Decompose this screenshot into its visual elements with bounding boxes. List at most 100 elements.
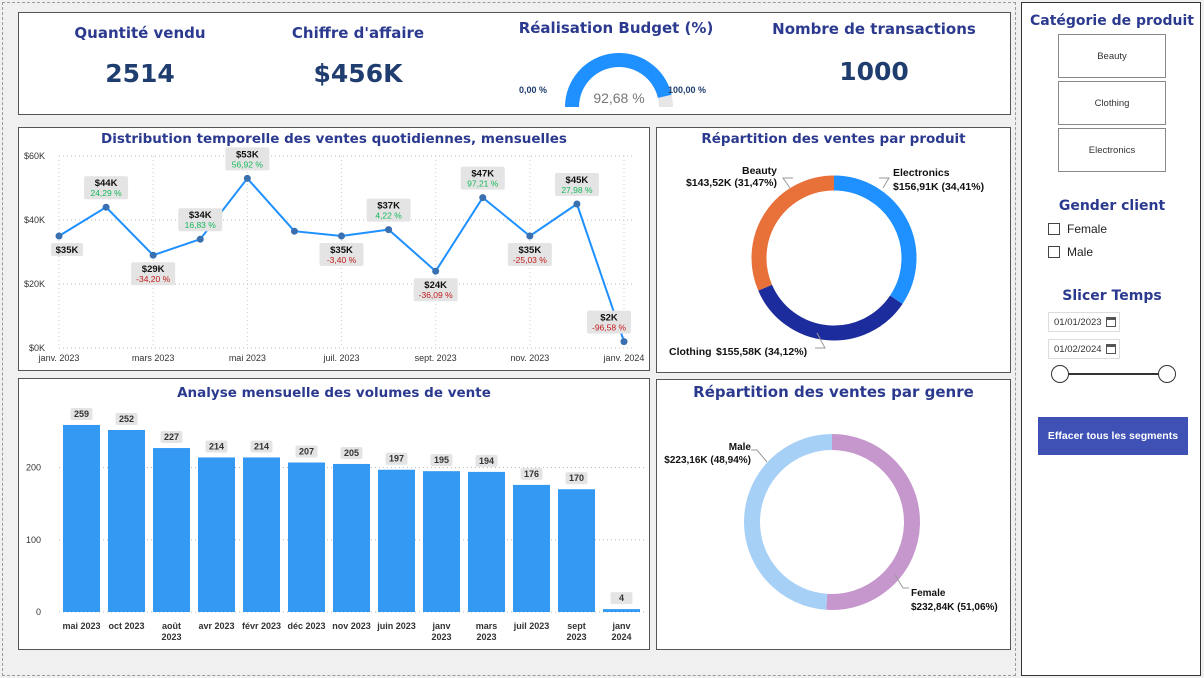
x-tick-label: janv. 2023 xyxy=(38,353,80,363)
slice-value-label: $223,16K (48,94%) xyxy=(664,455,751,466)
y-tick-label: $60K xyxy=(24,151,45,161)
bar-value-label: 205 xyxy=(344,448,359,458)
gauge-max-label: 100,00 % xyxy=(668,85,707,95)
category-electronics-button[interactable]: Electronics xyxy=(1058,128,1166,172)
donut-slice xyxy=(751,175,835,291)
change-label: -34,20 % xyxy=(136,274,170,284)
slice-value-label: $156,91K (34,41%) xyxy=(893,181,984,193)
bar xyxy=(108,430,145,612)
calendar-icon[interactable] xyxy=(1106,317,1116,327)
y-tick-label: 0 xyxy=(36,607,41,617)
bar xyxy=(243,457,280,612)
category-beauty-button[interactable]: Beauty xyxy=(1058,34,1166,78)
bar xyxy=(603,609,640,612)
start-date-input[interactable]: 01/01/2023 xyxy=(1048,312,1120,332)
gauge-value: 92,68 % xyxy=(593,90,644,106)
data-point xyxy=(196,235,204,243)
kpi-ca-title: Chiffre d'affaire xyxy=(291,24,425,42)
end-date-input[interactable]: 01/02/2024 xyxy=(1048,339,1120,359)
x-tick-label: 2023 xyxy=(431,632,451,642)
change-label: -3,40 % xyxy=(327,255,357,265)
x-tick-label: nov 2023 xyxy=(332,621,371,631)
y-tick-label: 100 xyxy=(26,535,41,545)
budget-gauge: 92,68 % xyxy=(565,52,673,107)
bar-value-label: 197 xyxy=(389,454,404,464)
change-label: 16,83 % xyxy=(185,220,217,230)
kpi-quantite-value: 2514 xyxy=(105,59,175,88)
x-tick-label: janv xyxy=(611,621,630,631)
bar xyxy=(153,448,190,612)
bar-value-label: 195 xyxy=(434,455,449,465)
x-tick-label: août xyxy=(162,621,181,631)
product-donut-chart: Electronics $156,91K (34,41%) Beauty$143,5… xyxy=(669,165,984,358)
x-tick-label: mars 2023 xyxy=(132,353,175,363)
gender-male-label: Male xyxy=(1067,245,1094,259)
gender-female-label: Female xyxy=(1067,222,1108,236)
product-donut-panel: Répartition des ventes par produit Elect… xyxy=(656,127,1011,373)
bar xyxy=(378,469,415,612)
data-point xyxy=(620,338,628,346)
x-tick-label: mars xyxy=(476,621,498,631)
bar-chart: 0100200259mai 2023252oct 2023227août2023… xyxy=(26,407,644,642)
slice-name-label: Clothing xyxy=(669,346,712,358)
bar xyxy=(288,462,325,612)
gender-slicer-title: Gender client xyxy=(1058,198,1166,214)
gender-male-option[interactable]: Male xyxy=(1048,245,1093,259)
category-clothing-button[interactable]: Clothing xyxy=(1058,81,1166,125)
slice-name-label: Beauty xyxy=(742,165,777,177)
gender-female-option[interactable]: Female xyxy=(1048,222,1107,236)
line-chart-panel: Distribution temporelle des ventes quoti… xyxy=(18,127,650,371)
bar-value-label: 176 xyxy=(524,469,539,479)
start-date-value: 01/01/2023 xyxy=(1054,316,1102,328)
checkbox-icon[interactable] xyxy=(1048,223,1060,235)
x-tick-label: avr 2023 xyxy=(198,621,234,631)
change-label: 24,29 % xyxy=(90,188,122,198)
x-tick-label: juil. 2023 xyxy=(322,353,359,363)
data-point xyxy=(149,251,157,259)
date-range-slider-end-handle[interactable] xyxy=(1158,365,1176,383)
change-label: 97,21 % xyxy=(467,179,499,189)
y-tick-label: $40K xyxy=(24,215,45,225)
x-tick-label: mai 2023 xyxy=(229,353,266,363)
x-tick-label: juin 2023 xyxy=(376,621,416,631)
data-point xyxy=(338,232,345,240)
change-label: 4,22 % xyxy=(375,211,402,221)
bar xyxy=(558,489,595,612)
date-range-slider-start-handle[interactable] xyxy=(1051,365,1069,383)
category-slicer-title: Catégorie de produit xyxy=(1029,13,1195,29)
data-point xyxy=(385,226,393,234)
checkbox-icon[interactable] xyxy=(1048,246,1060,258)
time-slicer-title: Slicer Temps xyxy=(1062,288,1162,304)
bar-value-label: 194 xyxy=(479,456,494,466)
slice-name-label: Female xyxy=(911,588,946,599)
gender-donut-chart: Male $223,16K (48,94%) Female $232,84K (51,… xyxy=(664,434,998,613)
line-chart: $0K $20K $40K $60K janv. 2023 mars 2023 mai 20… xyxy=(24,147,644,363)
end-date-value: 01/02/2024 xyxy=(1054,343,1102,355)
data-point xyxy=(243,174,251,182)
filter-sidebar: Catégorie de produit Beauty Clothing Ele… xyxy=(1021,2,1201,676)
bar xyxy=(333,463,370,612)
data-point xyxy=(479,194,487,202)
x-tick-label: oct 2023 xyxy=(108,621,144,631)
bar-value-label: 214 xyxy=(254,441,269,451)
x-tick-label: 2023 xyxy=(161,632,181,642)
y-tick-label: $20K xyxy=(24,279,45,289)
slice-value-label: $232,84K (51,06%) xyxy=(911,602,998,613)
x-tick-label: 2024 xyxy=(611,632,631,642)
x-tick-label: 2023 xyxy=(476,632,496,642)
bar-value-label: 259 xyxy=(74,409,89,419)
data-label: $35K xyxy=(56,245,79,256)
bar-value-label: 4 xyxy=(619,593,624,603)
date-range-slider-track[interactable] xyxy=(1060,373,1168,375)
leader-line xyxy=(782,177,793,189)
kpi-ca-value: $456K xyxy=(313,59,403,88)
bar-chart-panel: Analyse mensuelle des volumes de vente 0… xyxy=(18,378,650,650)
kpi-budget-title: Réalisation Budget (%) xyxy=(518,19,714,37)
data-point xyxy=(55,232,63,240)
y-tick-label: $0K xyxy=(29,343,45,353)
bar-value-label: 207 xyxy=(299,447,314,457)
clear-all-slicers-button[interactable]: Effacer tous les segments xyxy=(1038,417,1188,455)
data-point xyxy=(432,267,440,275)
calendar-icon[interactable] xyxy=(1106,344,1116,354)
x-tick-label: janv xyxy=(431,621,450,631)
